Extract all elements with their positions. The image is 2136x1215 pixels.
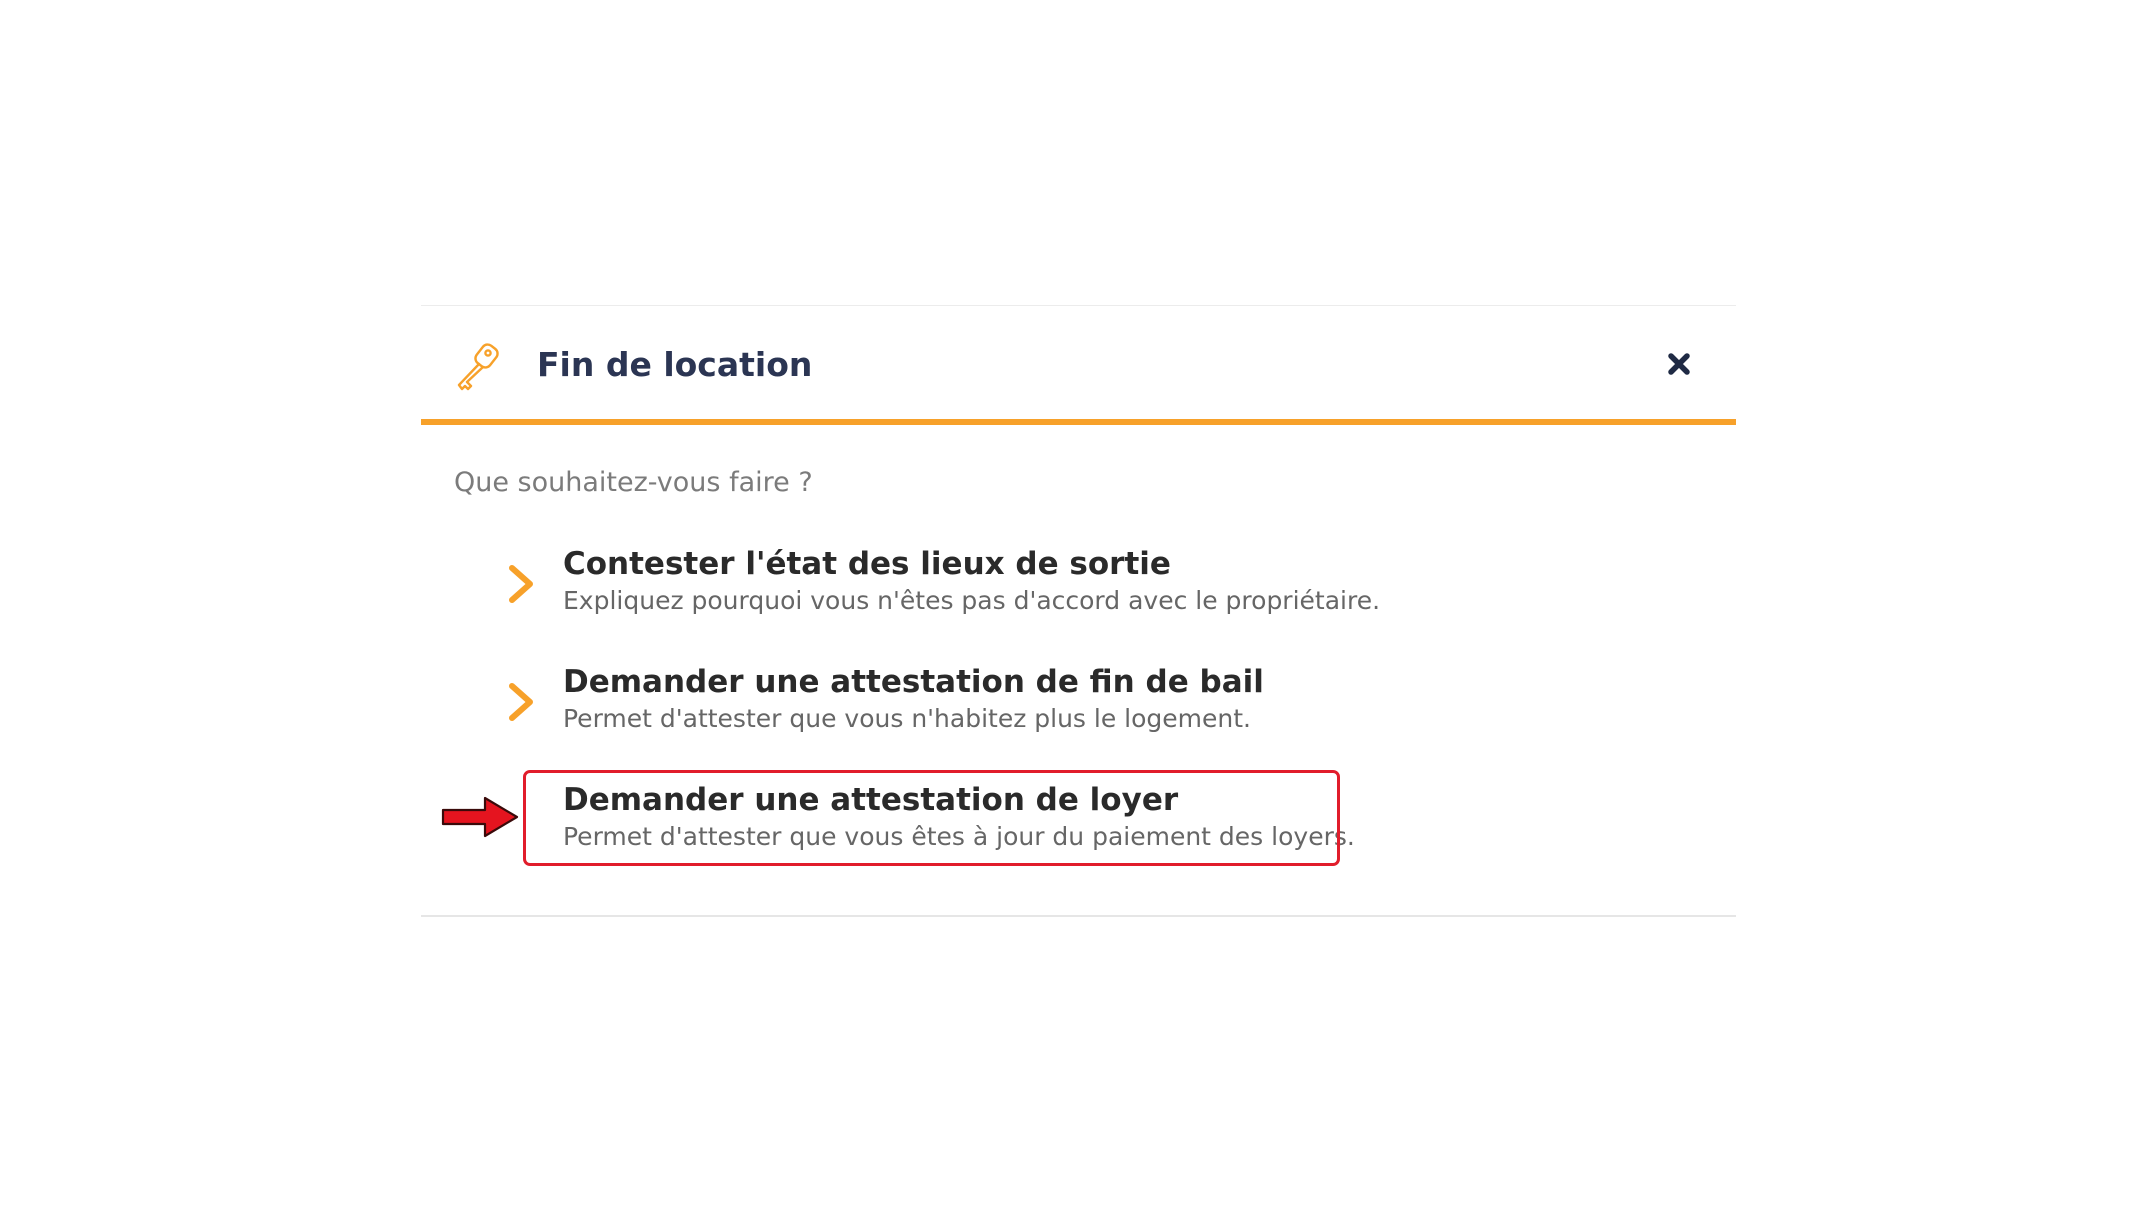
option-attestation-fin-de-bail[interactable]: Demander une attestation de fin de bail … — [505, 660, 1375, 760]
close-icon[interactable] — [1657, 342, 1701, 386]
question-label: Que souhaitez-vous faire ? — [454, 467, 813, 498]
dialog-title: Fin de location — [537, 345, 813, 384]
option-title: Demander une attestation de fin de bail — [563, 664, 1264, 700]
header-accent-bar — [421, 419, 1736, 425]
option-title: Contester l'état des lieux de sortie — [563, 546, 1171, 582]
red-arrow-icon — [441, 796, 519, 838]
chevron-right-icon — [509, 565, 533, 603]
highlight-box — [523, 770, 1340, 866]
key-icon — [457, 343, 499, 391]
fin-de-location-dialog: Fin de location Que souhaitez-vous faire… — [421, 305, 1736, 920]
option-description: Permet d'attester que vous n'habitez plu… — [563, 704, 1251, 733]
chevron-right-icon — [509, 683, 533, 721]
dialog-header: Fin de location — [421, 306, 1736, 421]
bottom-divider — [421, 915, 1736, 917]
option-description: Expliquez pourquoi vous n'êtes pas d'acc… — [563, 586, 1381, 615]
page: Fin de location Que souhaitez-vous faire… — [0, 0, 2136, 1215]
option-contester-etat-des-lieux[interactable]: Contester l'état des lieux de sortie Exp… — [505, 542, 1380, 642]
